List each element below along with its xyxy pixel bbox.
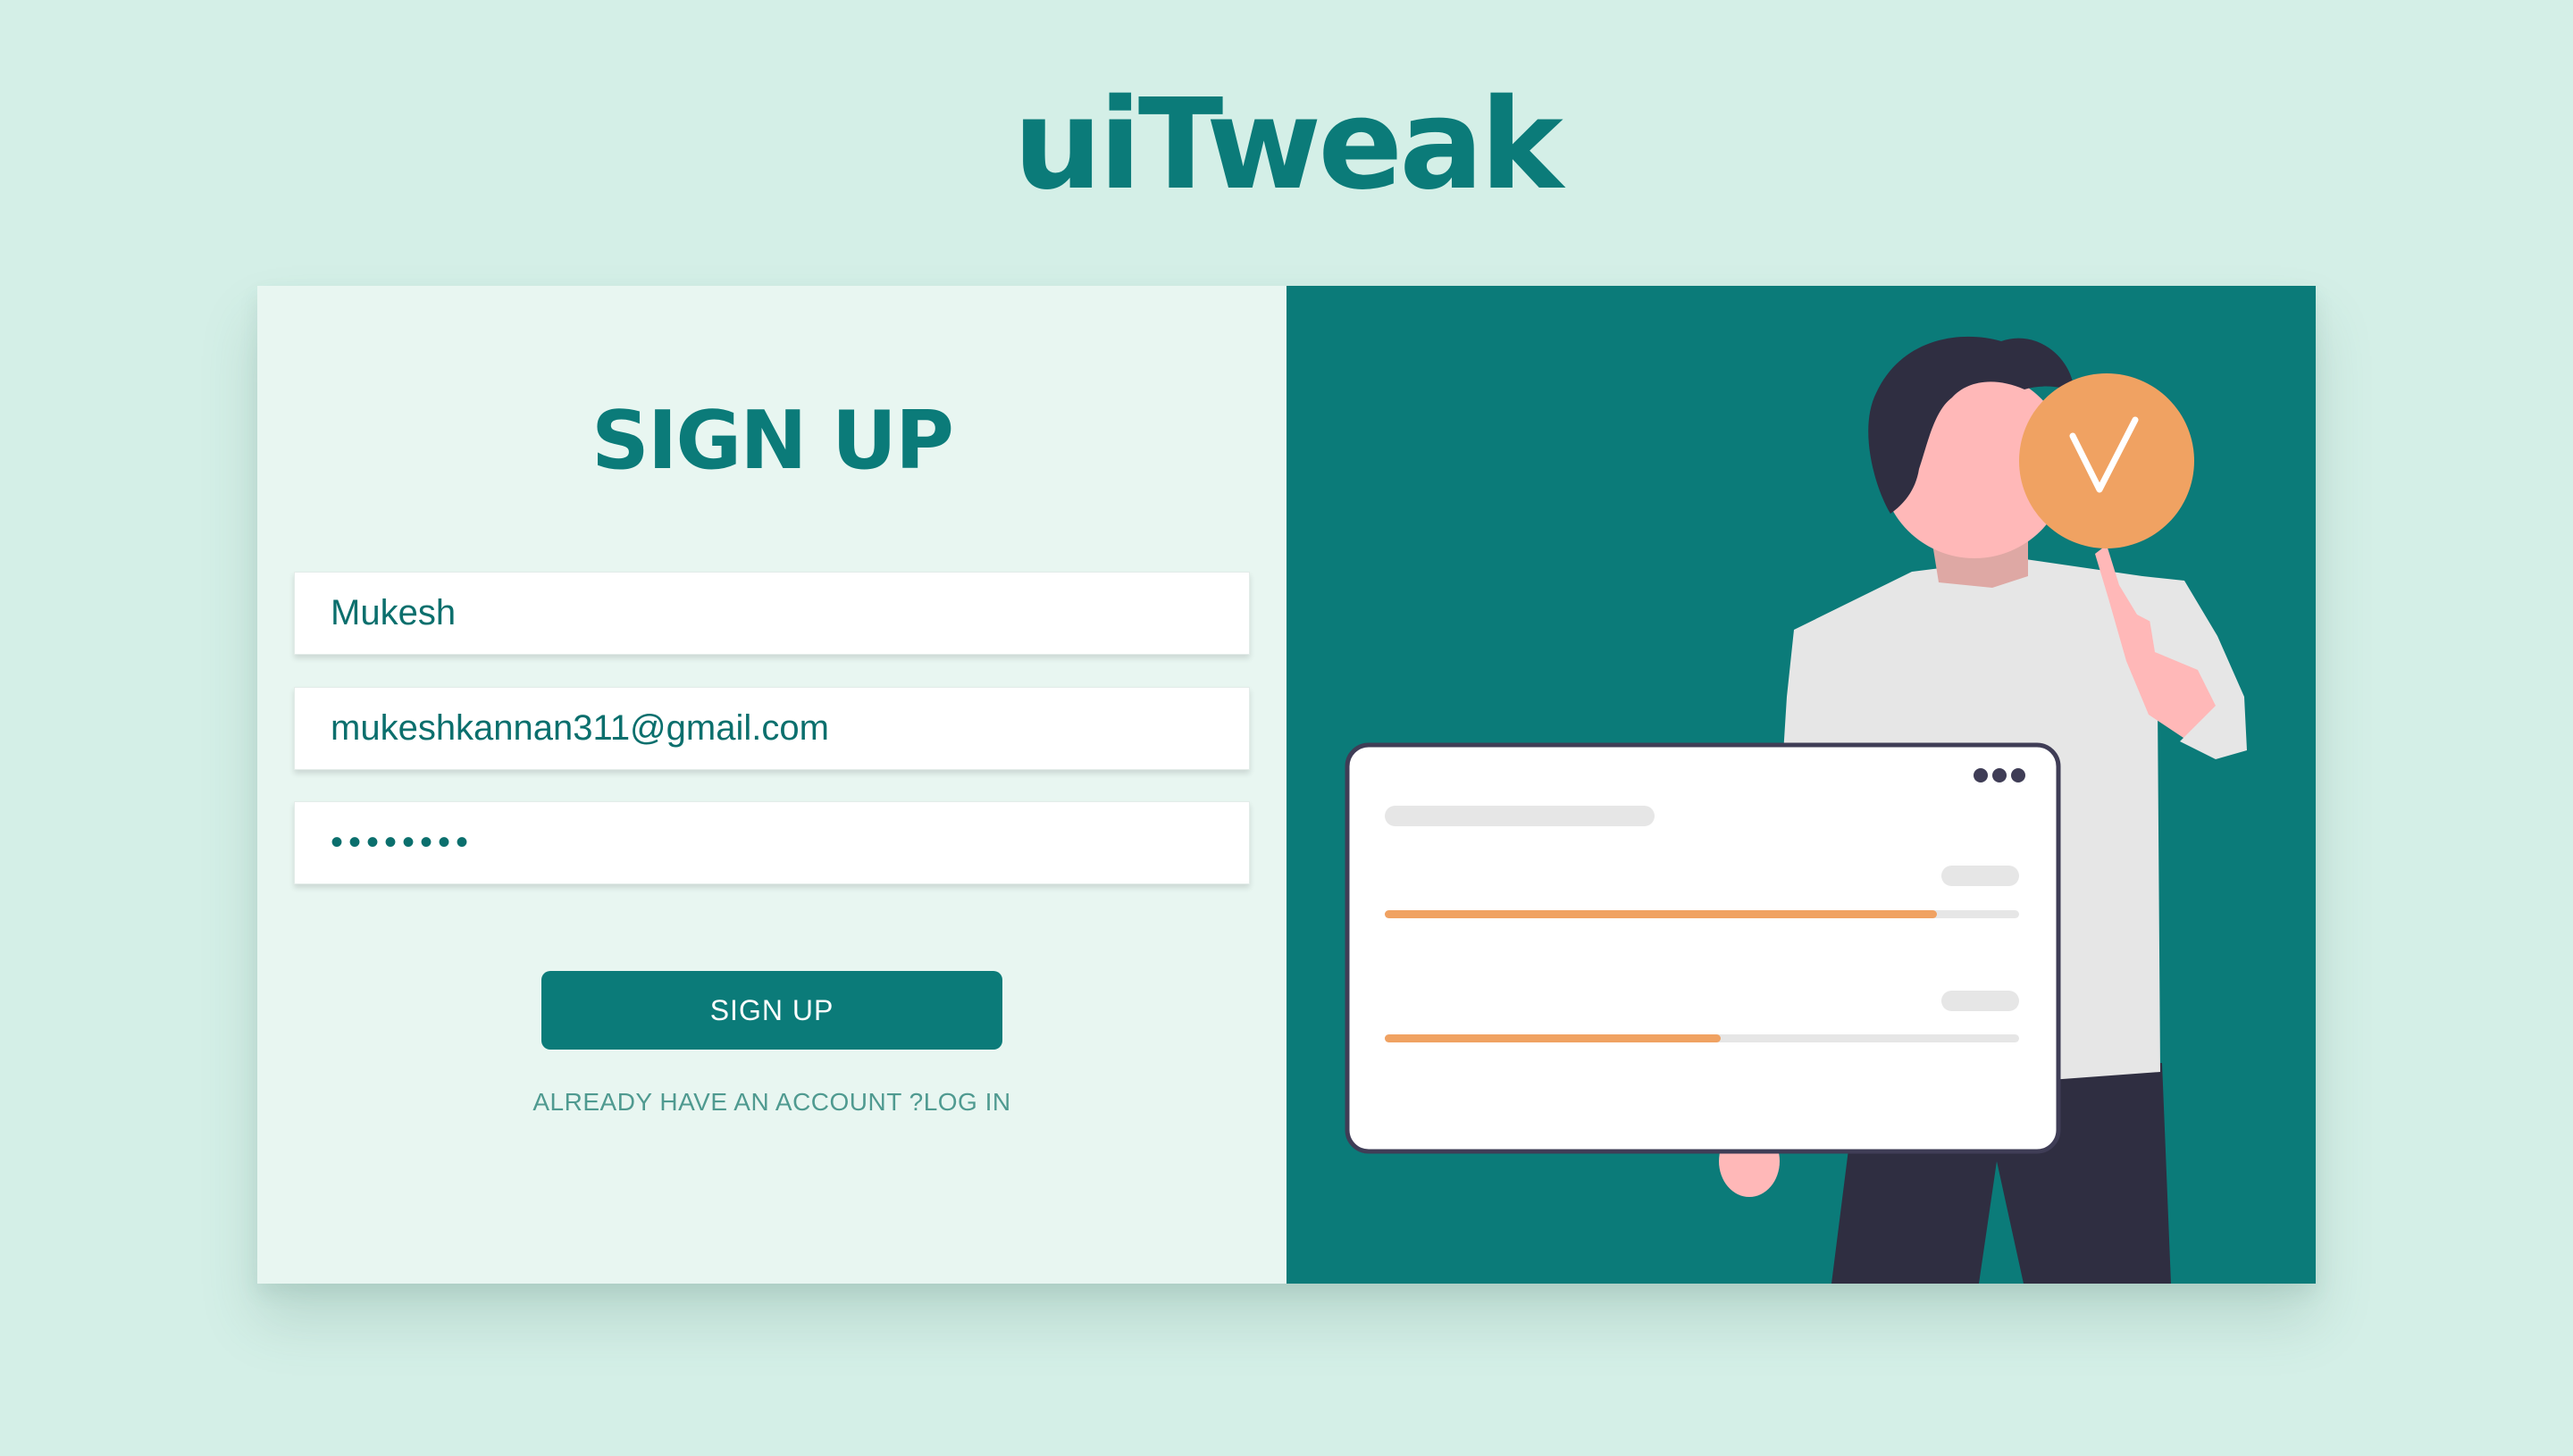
signup-card: SIGN UP SIGN UP ALREADY HAVE AN ACCOUNT … [257,286,2316,1284]
signup-form-panel: SIGN UP SIGN UP ALREADY HAVE AN ACCOUNT … [257,286,1286,1284]
login-link[interactable]: ALREADY HAVE AN ACCOUNT ?LOG IN [257,1088,1286,1117]
illustration-panel [1286,286,2316,1284]
form-title: SIGN UP [591,394,954,488]
placeholder-title-bar [1385,806,1655,826]
email-field[interactable] [294,687,1250,770]
person-illustration [1345,336,2247,1284]
placeholder-label-2 [1941,991,2019,1011]
password-field[interactable] [294,801,1250,884]
placeholder-label-1 [1941,866,2019,886]
progress-fill-2 [1385,1034,1721,1042]
dashboard-window [1345,742,2061,1154]
name-field[interactable] [294,572,1250,655]
brand-logo-text: uiTweak [1013,72,1563,218]
progress-fill-1 [1385,910,1937,918]
signup-button[interactable]: SIGN UP [541,971,1002,1050]
check-badge-icon [2019,373,2194,548]
more-dots-icon [1974,768,2025,782]
